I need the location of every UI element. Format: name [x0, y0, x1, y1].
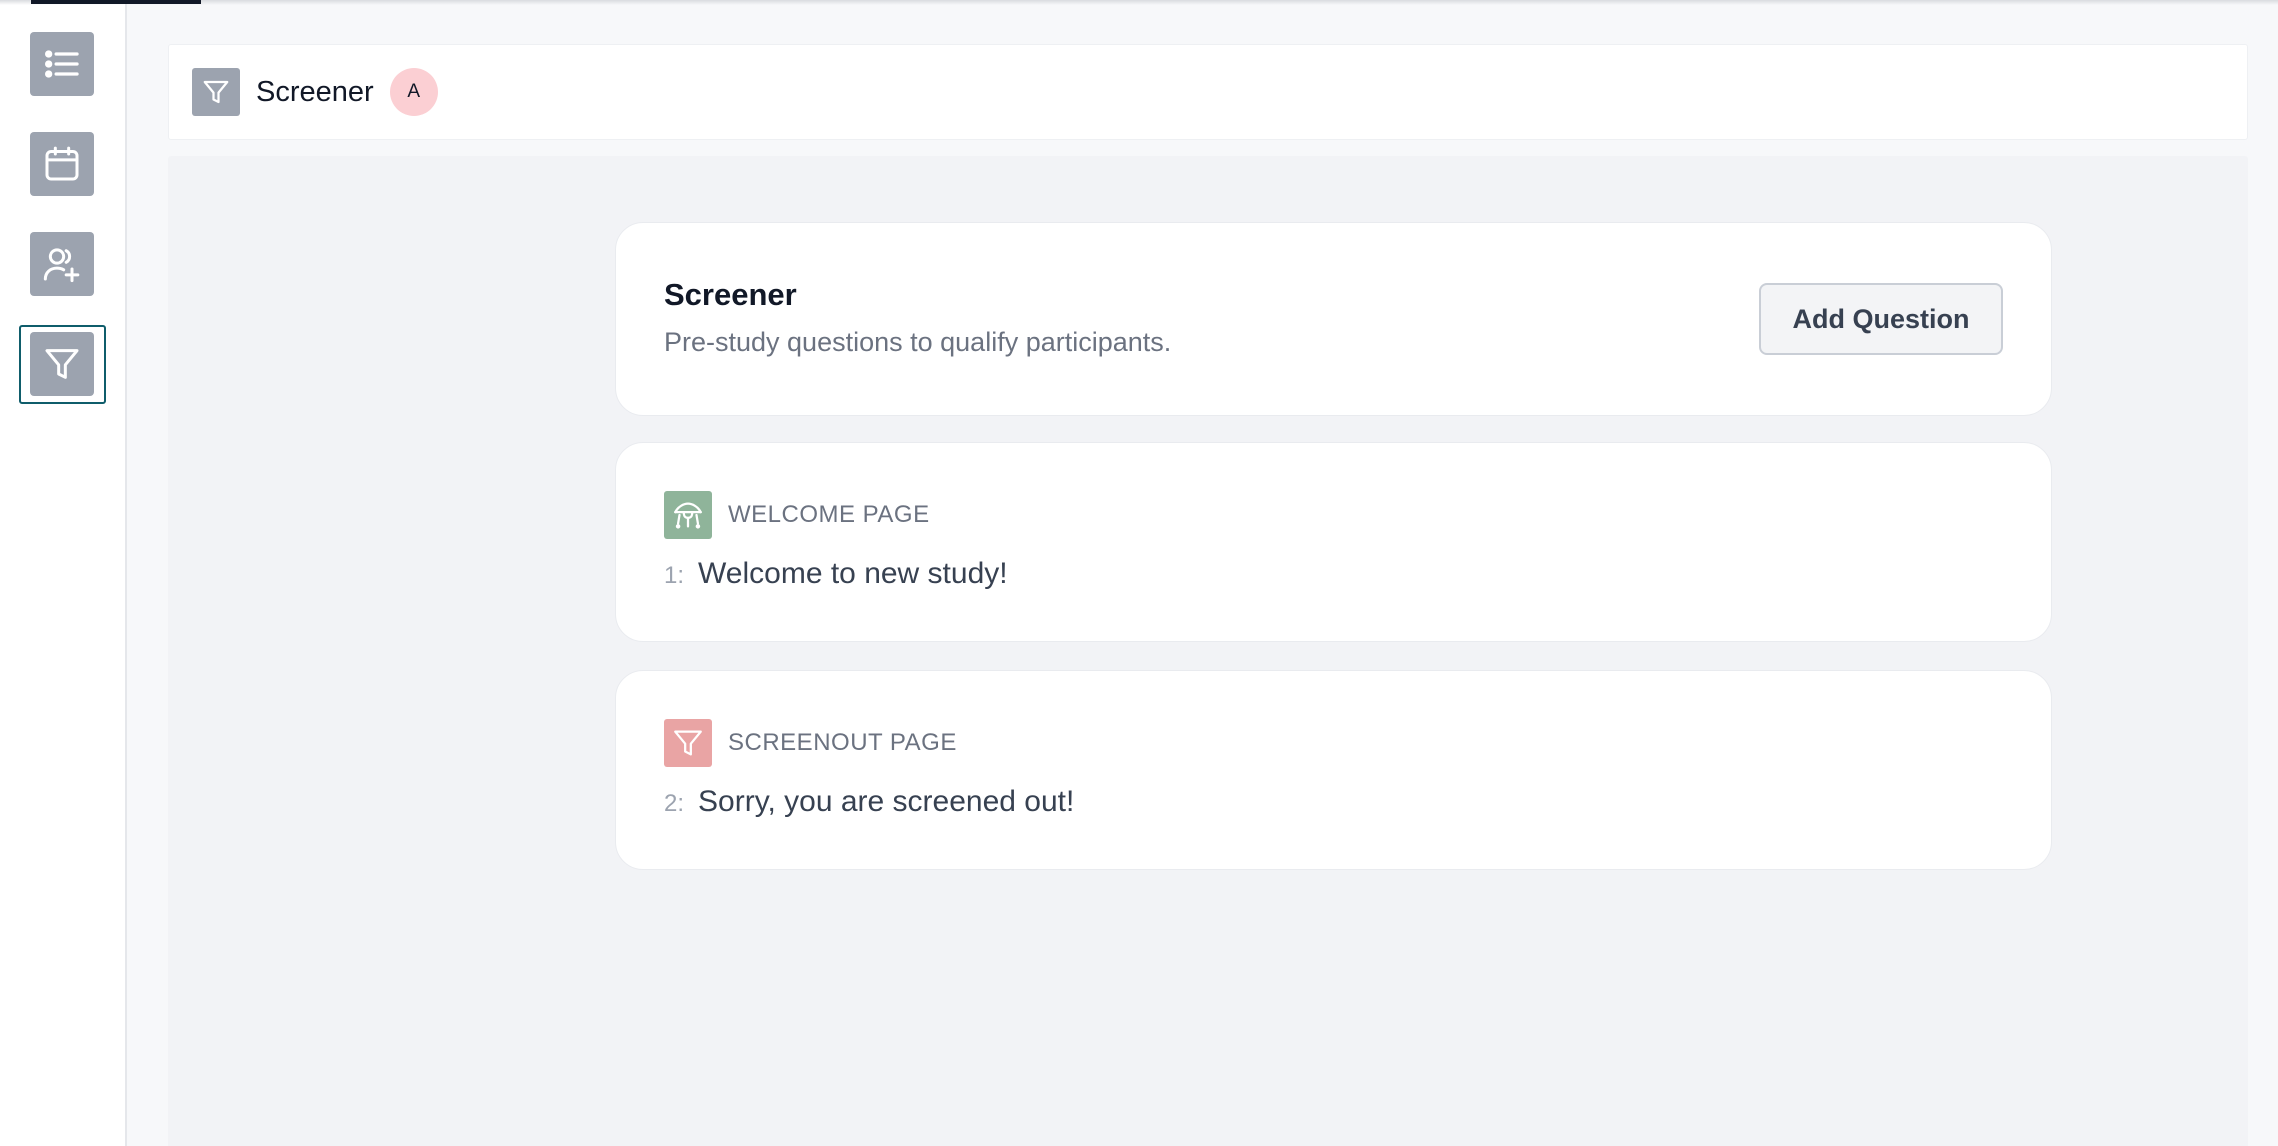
screener-title: Screener	[664, 277, 797, 312]
sidebar-item-screener-icon-box	[30, 332, 94, 396]
sidebar	[0, 0, 127, 1146]
sidebar-item-add-participant[interactable]	[30, 232, 94, 296]
content-area: Screener Pre-study questions to qualify …	[168, 156, 2248, 1146]
list-icon	[44, 50, 79, 78]
screenout-page-card[interactable]: SCREENOUT PAGE 2: Sorry, you are screene…	[615, 670, 2052, 870]
avatar[interactable]: A	[389, 68, 438, 116]
filter-icon	[45, 349, 79, 379]
page-title: Screener	[256, 75, 374, 108]
main-area: Screener A Screener Pre-study questions …	[127, 0, 2278, 1146]
page-type-label: WELCOME PAGE	[728, 501, 930, 528]
welcome-icon-box	[664, 491, 712, 539]
add-question-button[interactable]: Add Question	[1759, 283, 2003, 355]
page-question: 1: Welcome to new study!	[664, 557, 1008, 591]
question-text: Sorry, you are screened out!	[698, 785, 1075, 818]
question-text: Welcome to new study!	[698, 557, 1008, 590]
page-card-header: WELCOME PAGE	[664, 491, 930, 539]
welcome-icon	[674, 502, 702, 529]
sidebar-item-calendar[interactable]	[30, 132, 94, 196]
screener-subtitle: Pre-study questions to qualify participa…	[664, 327, 1172, 357]
page-card-header: SCREENOUT PAGE	[664, 719, 957, 767]
header-filter-icon-box	[192, 68, 240, 116]
question-number: 2:	[664, 790, 685, 817]
sidebar-item-screener[interactable]	[19, 325, 106, 404]
calendar-icon	[45, 146, 79, 181]
sidebar-item-list[interactable]	[30, 32, 94, 96]
page-question: 2: Sorry, you are screened out!	[664, 785, 1074, 819]
screenout-icon-box	[664, 719, 712, 767]
filter-icon	[203, 80, 229, 104]
screener-intro-card: Screener Pre-study questions to qualify …	[615, 222, 2052, 416]
user-plus-icon	[43, 248, 80, 283]
avatar-initial: A	[407, 81, 421, 102]
top-shadow	[0, 0, 2278, 5]
welcome-page-card[interactable]: WELCOME PAGE 1: Welcome to new study!	[615, 442, 2052, 642]
page-type-label: SCREENOUT PAGE	[728, 729, 957, 756]
filter-icon	[674, 730, 702, 756]
page-header: Screener A	[168, 44, 2248, 140]
question-number: 1:	[664, 562, 685, 589]
top-progress-accent	[31, 0, 201, 4]
